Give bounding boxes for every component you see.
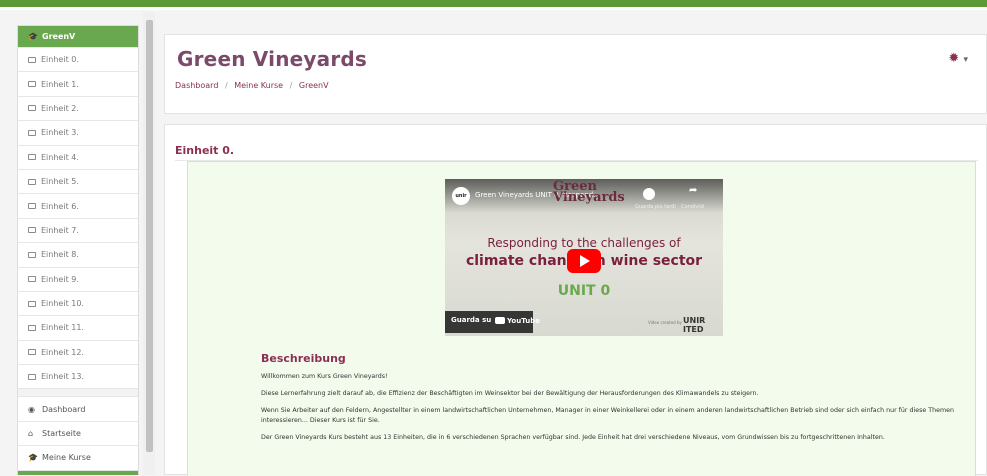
section-title: Einheit 0.: [175, 144, 235, 157]
watch-later-label: Guarda più tardi: [635, 204, 676, 210]
home-icon: ⌂: [28, 429, 34, 439]
youtube-link[interactable]: YouTube: [495, 316, 540, 325]
graduation-cap-icon: 🎓: [28, 453, 38, 463]
sidebar-item-label: Meine Kurse: [42, 453, 91, 463]
folder-icon: [28, 154, 36, 161]
sidebar-item-label: Einheit 7.: [41, 225, 79, 235]
top-bar: [0, 0, 987, 10]
sidebar-item-label: Einheit 4.: [41, 152, 79, 162]
sidebar-item-label: Einheit 8.: [41, 250, 79, 260]
sidebar-item-unit-7[interactable]: Einheit 7.: [18, 219, 138, 244]
breadcrumb-separator: /: [289, 81, 293, 90]
sidebar-item-label: Einheit 1.: [41, 79, 79, 89]
breadcrumb-item-course[interactable]: GreenV: [299, 81, 329, 90]
green-vineyards-logo: Green Vineyards: [553, 179, 625, 205]
description-title: Beschreibung: [261, 352, 346, 365]
folder-icon: [28, 300, 36, 307]
sidebar-item-label: Einheit 13.: [41, 372, 84, 382]
sidebar-item-label: Einheit 11.: [41, 323, 84, 333]
youtube-icon: [495, 317, 505, 324]
dashboard-icon: ◉: [28, 404, 35, 414]
video-unit-label: UNIT 0: [557, 283, 611, 299]
folder-icon: [28, 251, 36, 258]
sidebar-item-course[interactable]: 🎓 GreenV: [18, 26, 138, 48]
sidebar-item-unit-1[interactable]: Einheit 1.: [18, 72, 138, 97]
sidebar-item-unit-12[interactable]: Einheit 12.: [18, 341, 138, 366]
folder-icon: [28, 324, 36, 331]
sidebar-item-label: Startseite: [42, 429, 81, 439]
page-header: Green Vineyards ✹ ▾ Dashboard / Meine Ku…: [164, 34, 987, 114]
share-icon[interactable]: ➦: [689, 185, 697, 196]
folder-icon: [28, 203, 36, 210]
sidebar-item-unit-0[interactable]: Einheit 0.: [18, 48, 138, 73]
watch-on-label: Guarda su: [451, 316, 492, 324]
description-paragraph: Wenn Sie Arbeiter auf den Feldern, Anges…: [261, 407, 954, 424]
sidebar-item-label: Einheit 5.: [41, 177, 79, 187]
folder-icon: [28, 227, 36, 234]
settings-menu-button[interactable]: ✹ ▾: [948, 51, 968, 66]
course-sidebar: 🎓 GreenV Einheit 0. Einheit 1. Einheit 2…: [17, 25, 139, 475]
unir-logo: UNIR ITED: [683, 316, 706, 334]
sidebar-item-label: Einheit 0.: [41, 55, 79, 65]
sidebar-item-label: Einheit 10.: [41, 299, 84, 309]
sidebar-item-unit-13[interactable]: Einheit 13.: [18, 365, 138, 390]
folder-icon: [28, 81, 36, 88]
page-title: Green Vineyards: [177, 47, 368, 71]
sidebar-item-label: Einheit 9.: [41, 274, 79, 284]
video-credit: Video created by: [648, 320, 682, 325]
breadcrumb-separator: /: [224, 81, 228, 90]
sidebar-item-unit-4[interactable]: Einheit 4.: [18, 146, 138, 170]
caret-down-icon: ▾: [963, 55, 968, 65]
sidebar-item-home[interactable]: ⌂ Startseite: [18, 422, 138, 447]
folder-icon: [28, 349, 36, 356]
sidebar-item-dashboard[interactable]: ◉ Dashboard: [18, 397, 138, 422]
sidebar-item-label: Einheit 2.: [41, 103, 79, 113]
folder-icon: [28, 373, 36, 380]
sidebar-divider: [18, 389, 138, 398]
share-label: Condividi: [681, 204, 705, 210]
description-paragraph: Willkommen zum Kurs Green Vineyards!: [261, 373, 388, 380]
gear-icon: ✹: [948, 51, 960, 66]
breadcrumb-item-dashboard[interactable]: Dashboard: [175, 81, 218, 90]
graduation-cap-icon: 🎓: [28, 32, 38, 41]
sidebar-item-unit-6[interactable]: Einheit 6.: [18, 194, 138, 219]
channel-avatar[interactable]: unir: [452, 187, 470, 205]
sidebar-item-label: Einheit 12.: [41, 347, 84, 357]
folder-icon: [28, 105, 36, 112]
folder-icon: [28, 129, 36, 136]
sidebar-item-unit-8[interactable]: Einheit 8.: [18, 243, 138, 268]
sidebar-item-unit-2[interactable]: Einheit 2.: [18, 97, 138, 122]
description-paragraph: Der Green Vineyards Kurs besteht aus 13 …: [261, 434, 885, 441]
scrollbar-thumb[interactable]: [146, 20, 153, 452]
sidebar-course-label: GreenV: [42, 32, 76, 41]
video-headline-1: Responding to the challenges of: [487, 236, 681, 250]
breadcrumb: Dashboard / Meine Kurse / GreenV: [175, 81, 329, 90]
sidebar-item-unit-5[interactable]: Einheit 5.: [18, 170, 138, 195]
folder-icon: [28, 178, 36, 185]
folder-icon: [28, 56, 36, 63]
main-content: Einheit 0. unir Green Vineyards UNIT 0. …: [164, 124, 987, 476]
sidebar-bottom-accent: [18, 470, 138, 475]
sidebar-item-unit-9[interactable]: Einheit 9.: [18, 268, 138, 292]
sidebar-item-unit-10[interactable]: Einheit 10.: [18, 292, 138, 317]
sidebar-item-label: Einheit 3.: [41, 128, 79, 138]
sidebar-item-unit-11[interactable]: Einheit 11.: [18, 316, 138, 341]
section-summary-box: unir Green Vineyards UNIT 0. Respond... …: [187, 161, 976, 476]
video-embed[interactable]: unir Green Vineyards UNIT 0. Respond... …: [445, 179, 723, 336]
sidebar-item-label: Einheit 6.: [41, 201, 79, 211]
breadcrumb-item-my-courses[interactable]: Meine Kurse: [234, 81, 283, 90]
watch-later-icon[interactable]: [643, 188, 655, 200]
sidebar-item-unit-3[interactable]: Einheit 3.: [18, 121, 138, 146]
description-paragraph: Diese Lernerfahrung zielt darauf ab, die…: [261, 390, 759, 397]
sidebar-item-my-courses[interactable]: 🎓 Meine Kurse: [18, 446, 138, 471]
folder-icon: [28, 276, 36, 283]
play-button[interactable]: [567, 249, 601, 273]
sidebar-item-label: Dashboard: [42, 404, 86, 414]
